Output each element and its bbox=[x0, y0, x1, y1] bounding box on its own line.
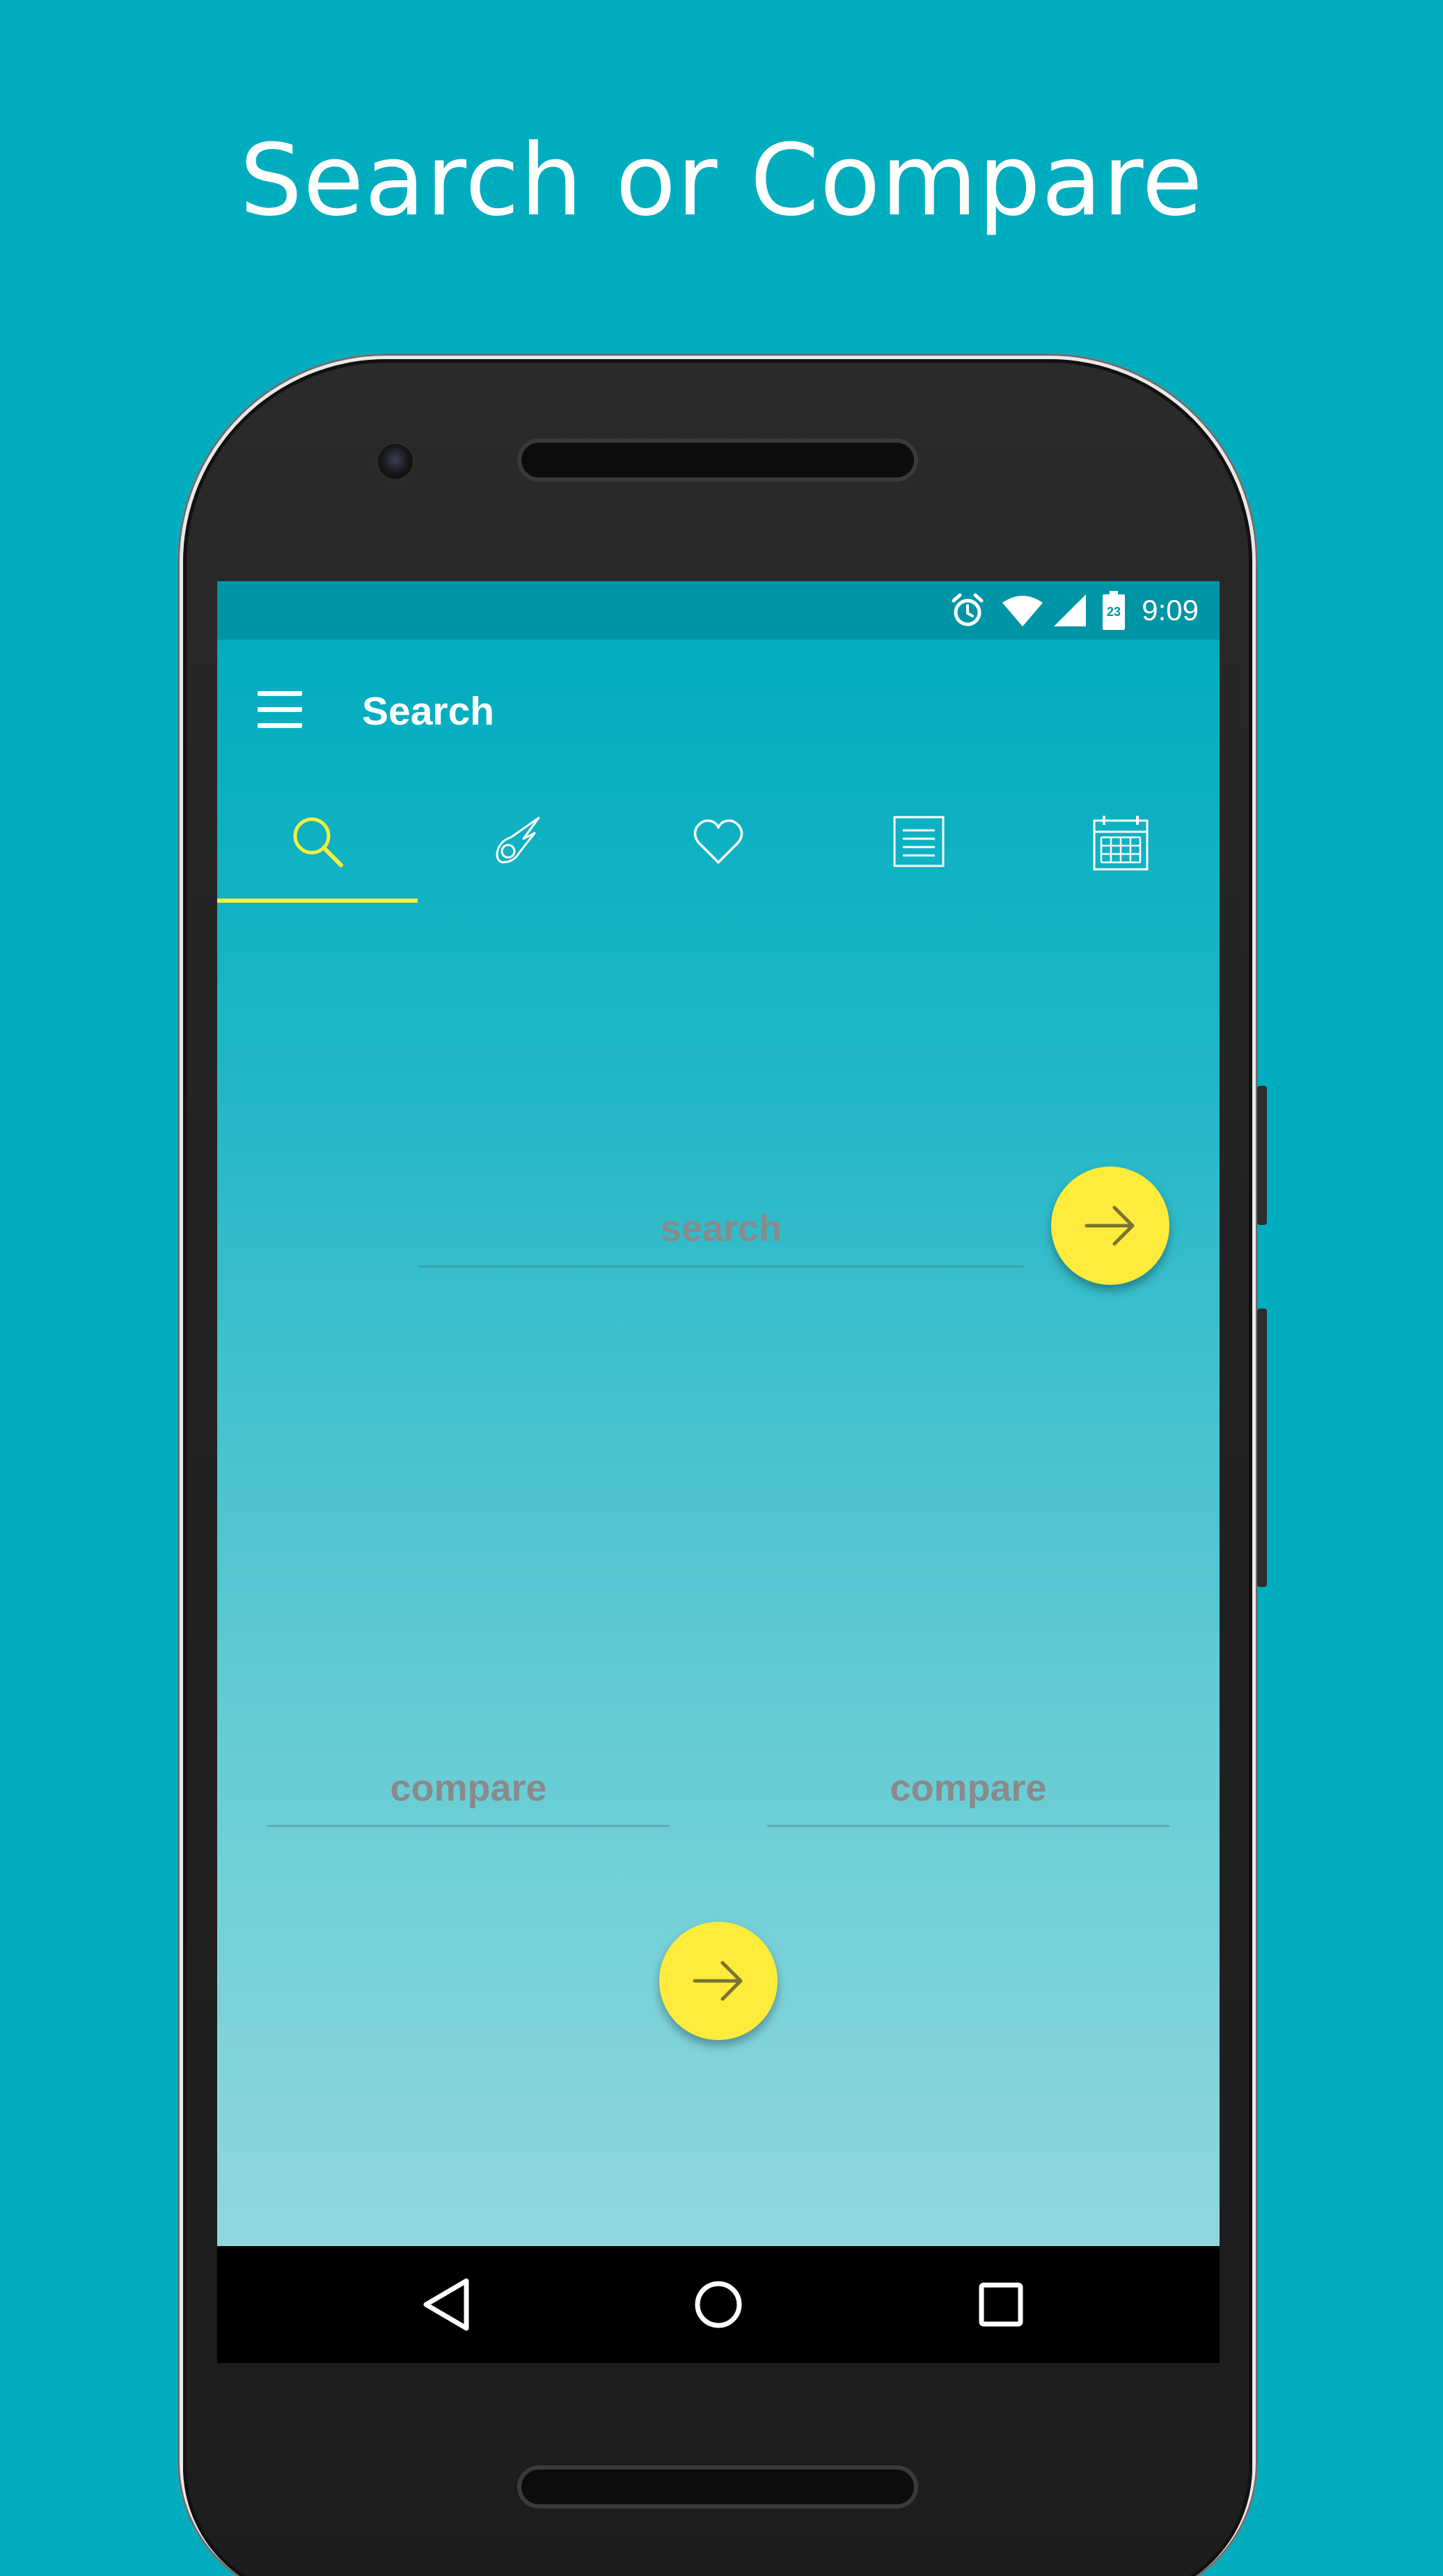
back-icon[interactable] bbox=[411, 2270, 480, 2339]
tab-comet[interactable] bbox=[418, 779, 618, 903]
arrow-right-icon bbox=[1085, 1206, 1135, 1246]
app-content: Search search compare compare bbox=[217, 640, 1220, 2363]
tab-calendar[interactable] bbox=[1019, 779, 1220, 903]
recents-icon[interactable] bbox=[966, 2270, 1036, 2339]
toolbar: Search bbox=[217, 640, 1220, 779]
phone-power-button bbox=[1257, 1086, 1267, 1225]
list-icon bbox=[893, 816, 945, 867]
tab-indicator bbox=[217, 899, 418, 903]
compare-input-right[interactable]: compare bbox=[767, 1763, 1169, 1827]
heart-icon bbox=[693, 819, 743, 864]
navigation-bar bbox=[217, 2246, 1220, 2363]
phone-volume-button bbox=[1257, 1309, 1267, 1587]
tab-search[interactable] bbox=[217, 779, 418, 903]
arrow-right-icon bbox=[693, 1961, 743, 2001]
wifi-icon bbox=[1002, 596, 1043, 626]
status-time: 9:09 bbox=[1142, 594, 1199, 626]
toolbar-title: Search bbox=[362, 689, 495, 734]
status-bar: 23 9:09 bbox=[217, 581, 1220, 640]
battery-level-text: 23 bbox=[1107, 605, 1121, 619]
bottom-speaker bbox=[521, 2470, 914, 2504]
status-icons: 23 9:09 bbox=[948, 581, 1220, 640]
alarm-icon bbox=[952, 593, 984, 626]
home-icon[interactable] bbox=[684, 2270, 753, 2339]
search-input[interactable]: search bbox=[419, 1203, 1023, 1267]
hamburger-menu-icon[interactable] bbox=[252, 681, 308, 737]
signal-icon bbox=[1054, 594, 1087, 626]
promo-headline: Search or Compare bbox=[239, 123, 1204, 238]
front-camera bbox=[378, 444, 413, 479]
comet-icon bbox=[496, 816, 540, 864]
tab-favorites[interactable] bbox=[618, 779, 819, 903]
compare-input-left[interactable]: compare bbox=[267, 1763, 670, 1827]
search-icon bbox=[293, 817, 343, 867]
top-speaker bbox=[521, 443, 914, 477]
promo-page: Search or Compare 23 9:09 Search search … bbox=[0, 0, 1443, 2576]
search-go-button[interactable] bbox=[1051, 1167, 1169, 1285]
compare-go-button[interactable] bbox=[659, 1922, 778, 2040]
battery-icon: 23 bbox=[1103, 591, 1126, 630]
tab-bar bbox=[217, 779, 1220, 903]
tab-list[interactable] bbox=[819, 779, 1019, 903]
calendar-icon bbox=[1093, 816, 1149, 871]
phone-screen: 23 9:09 Search search compare compare bbox=[217, 581, 1220, 2363]
